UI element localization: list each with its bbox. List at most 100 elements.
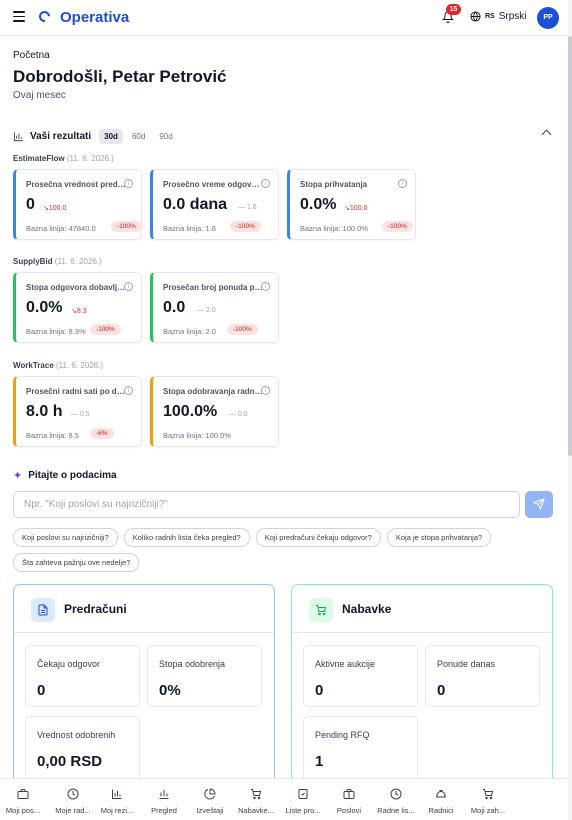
- brand-name[interactable]: Operativa: [60, 9, 129, 26]
- info-icon[interactable]: i: [261, 179, 270, 188]
- hard-hat-icon: [436, 790, 446, 798]
- kpi-card: Prosečan broj ponuda po RFQ i 0.0 — 2.0 …: [150, 272, 279, 343]
- chevron-up-icon[interactable]: [541, 129, 552, 140]
- range-tab-90d[interactable]: 90d: [154, 129, 177, 144]
- briefcase-icon: [343, 789, 355, 799]
- trend-flat-icon: —: [197, 307, 206, 314]
- info-icon[interactable]: i: [261, 282, 270, 291]
- info-icon[interactable]: i: [124, 179, 133, 188]
- suggestion-chip[interactable]: Šta zahteva pažnju ove nedelje?: [13, 553, 140, 572]
- nav-item-my-requests[interactable]: Moji zah...: [465, 779, 511, 820]
- kpi-card: Stopa odobravanja radnih listi i 100.0% …: [150, 376, 279, 447]
- suggestion-chip[interactable]: Koliko radnih lista čeka pregled?: [123, 528, 250, 547]
- page-scrollbar-thumb[interactable]: [568, 36, 572, 456]
- breadcrumb[interactable]: Početna: [13, 50, 50, 61]
- nav-item-reports[interactable]: Izveštaji: [187, 779, 233, 820]
- suggestion-chip[interactable]: Koja je stopa prihvatanja?: [386, 528, 492, 547]
- bar-chart-icon: [112, 789, 122, 799]
- nav-label: Radne lis...: [377, 806, 415, 815]
- panel-title: Predračuni: [64, 602, 127, 616]
- stat-card: Stopa odobrenja 0%: [147, 645, 262, 707]
- kpi-card: Prosečno vreme odgovora i 0.0 dana — 1.6…: [150, 169, 279, 240]
- kpi-baseline: Bazna linija: 8.3%: [26, 327, 86, 336]
- document-icon: [31, 598, 55, 622]
- stat-label: Stopa odobrenja: [159, 659, 226, 669]
- kpi-baseline: Bazna linija: 2.0: [163, 327, 216, 336]
- stat-card: Aktivne aukcije 0: [303, 645, 418, 707]
- nav-label: Moj rezi...: [100, 806, 134, 815]
- kpi-value: 0.0: [163, 299, 186, 316]
- range-tab-60d[interactable]: 60d: [127, 129, 150, 144]
- stat-label: Pending RFQ: [315, 730, 370, 740]
- ask-header: ✦ Pitajte o podacima: [13, 469, 117, 482]
- kpi-label: Stopa odgovora dobavljača: [26, 283, 126, 292]
- kpi-delta: ↘100.0: [344, 205, 368, 212]
- globe-icon: [470, 11, 481, 22]
- send-icon: [533, 498, 545, 510]
- language-selector[interactable]: RS Srpski: [470, 11, 527, 22]
- panel-predracuni[interactable]: Predračuni Čekaju odgovor 0 Stopa odobre…: [13, 584, 275, 794]
- kpi-label: Prosečni radni sati po danu: [26, 387, 126, 396]
- kpi-delta: — 0.0: [229, 411, 248, 418]
- suggestion-chip[interactable]: Koji predračuni čekaju odgovor?: [255, 528, 381, 547]
- nav-item-worksheets[interactable]: Radne lis...: [373, 779, 419, 820]
- kpi-change-badge: -100%: [230, 221, 261, 232]
- kpi-change-badge: -100%: [227, 324, 258, 335]
- ask-title: Pitajte o podacima: [28, 470, 117, 481]
- period-label: Ovaj mesec: [13, 90, 66, 101]
- top-bar: Operativa 15 RS Srpski PP: [0, 0, 568, 36]
- clock-icon: [67, 788, 79, 800]
- results-title: Vaši rezultati: [30, 131, 92, 142]
- cart-icon: [483, 789, 494, 800]
- nav-label: Moje rad...: [55, 806, 91, 815]
- kpi-baseline: Bazna linija: 8.5: [26, 431, 79, 440]
- info-icon[interactable]: i: [398, 179, 407, 188]
- suggestion-chips: Koji poslovi su najrizičniji? Koliko rad…: [13, 528, 553, 572]
- cart-icon: [309, 598, 333, 622]
- info-icon[interactable]: i: [261, 386, 270, 395]
- stat-label: Aktivne aukcije: [315, 659, 376, 669]
- kpi-value: 0: [26, 196, 35, 213]
- nav-item-my-results[interactable]: Moj rezi...: [94, 779, 140, 820]
- nav-label: Moji zah...: [470, 806, 506, 815]
- stat-card: Čekaju odgovor 0: [25, 645, 140, 707]
- user-avatar[interactable]: PP: [537, 7, 559, 29]
- kpi-value: 0.0 dana: [163, 196, 228, 213]
- stat-value: 0,00 RSD: [37, 753, 103, 770]
- language-code: RS: [485, 13, 495, 20]
- briefcase-icon: [17, 789, 29, 799]
- kpi-change-badge: -100%: [90, 324, 121, 335]
- kpi-delta: ↘8.3: [71, 308, 87, 315]
- cart-icon: [251, 789, 262, 800]
- nav-item-my-worksheets[interactable]: Moje rad...: [50, 779, 96, 820]
- panel-nabavke[interactable]: Nabavke Aktivne aukcije 0 Ponude danas 0…: [291, 584, 553, 794]
- panel-header: Predračuni: [14, 585, 274, 633]
- nav-item-my-jobs[interactable]: Moji pos...: [0, 779, 46, 820]
- checklist-icon: [298, 789, 308, 799]
- kpi-baseline: Bazna linija: 100.0%: [300, 224, 368, 233]
- range-tab-30d[interactable]: 30d: [99, 129, 123, 144]
- info-icon[interactable]: i: [124, 282, 133, 291]
- nav-label: Liste pro...: [285, 806, 321, 815]
- stat-value: 0: [37, 682, 46, 699]
- kpi-value: 8.0 h: [26, 403, 63, 420]
- kpi-label: Prosečan broj ponuda po RFQ: [163, 283, 263, 292]
- hamburger-menu-icon[interactable]: [13, 11, 25, 23]
- nav-item-overview[interactable]: Pregled: [141, 779, 187, 820]
- stat-value: 1: [315, 753, 324, 770]
- kpi-card: Prosečna vrednost predračuna i 0 ↘100.0 …: [13, 169, 142, 240]
- ask-question-input[interactable]: [13, 491, 520, 518]
- nav-label: Poslovi: [336, 806, 362, 815]
- clock-icon: [390, 788, 402, 800]
- nav-item-procurement[interactable]: Nabavke...: [233, 779, 279, 820]
- nav-item-checklists[interactable]: Liste pro...: [280, 779, 326, 820]
- stat-value: 0: [315, 682, 324, 699]
- kpi-delta: — 1.6: [238, 204, 257, 211]
- nav-item-jobs[interactable]: Poslovi: [326, 779, 372, 820]
- nav-item-workers[interactable]: Radnici: [418, 779, 464, 820]
- trend-flat-icon: —: [238, 204, 247, 211]
- suggestion-chip[interactable]: Koji poslovi su najrizičniji?: [13, 528, 118, 547]
- info-icon[interactable]: i: [124, 386, 133, 395]
- group-label-estimateflow: EstimateFlow (11. 6. 2026.): [13, 154, 114, 163]
- send-button[interactable]: [525, 491, 553, 518]
